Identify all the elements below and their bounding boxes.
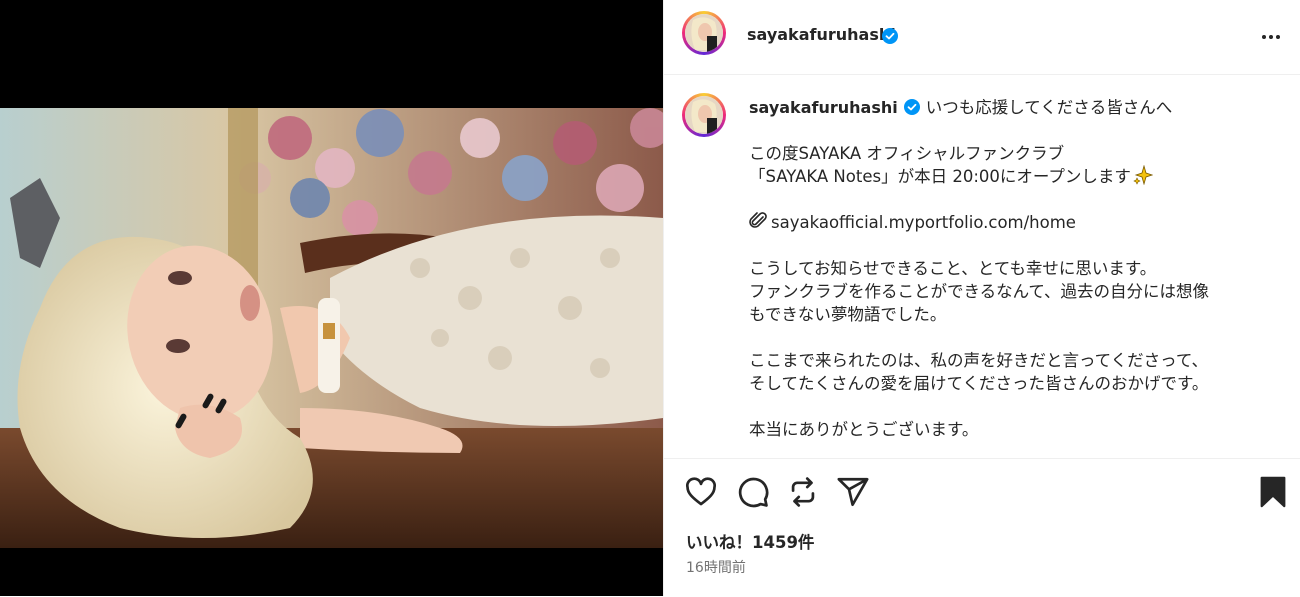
sparkle-icon — [1133, 165, 1153, 185]
verified-badge-icon — [882, 28, 898, 44]
verified-badge-icon — [903, 99, 920, 115]
caption-line: ファンクラブを作ることができるなんて、過去の自分には想像 — [749, 282, 1210, 301]
caption-line: こうしてお知らせできること、とても幸せに思います。 — [749, 259, 1157, 278]
caption-avatar[interactable] — [682, 93, 726, 137]
caption-link[interactable]: sayakaofficial.myportfolio.com/home — [771, 213, 1076, 232]
caption-username[interactable]: sayakafuruhashi — [749, 98, 898, 117]
header-username[interactable]: sayakafuruhashi — [747, 25, 896, 44]
paperclip-icon — [749, 212, 767, 228]
caption-line: ここまで来られたのは、私の声を好きだと言ってくださって、 — [749, 351, 1209, 370]
post-media[interactable] — [0, 0, 663, 596]
avatar[interactable] — [682, 11, 726, 55]
repost-icon[interactable] — [786, 475, 820, 509]
caption-line: そしてたくさんの愛を届けてくださった皆さんのおかげです。 — [749, 374, 1209, 393]
send-icon[interactable] — [836, 475, 870, 509]
caption-line: この度SAYAKA オフィシャルファンクラブ — [749, 144, 1065, 163]
caption-text: sayakafuruhashi いつも応援してくださる皆さんへ この度SAYAKA… — [749, 96, 1269, 441]
caption-line: 本当にありがとうございます。 — [749, 420, 979, 439]
bookmark-icon[interactable] — [1256, 475, 1290, 509]
post-header: sayakafuruhashi — [664, 0, 1300, 75]
caption-line: もできない夢物語でした。 — [749, 305, 947, 324]
post-photo[interactable] — [0, 108, 663, 548]
caption-section: sayakafuruhashi いつも応援してくださる皆さんへ この度SAYAKA… — [664, 75, 1300, 457]
post-timestamp[interactable]: 16時間前 — [686, 557, 746, 577]
caption-line: いつも応援してくださる皆さんへ — [925, 98, 1173, 117]
heart-icon[interactable] — [684, 475, 718, 509]
likes-count[interactable]: いいね！1459件 — [686, 529, 814, 553]
caption-line: 「SAYAKA Notes」が本日 20:00にオープンします — [749, 167, 1131, 186]
action-bar: いいね！1459件 16時間前 — [664, 458, 1300, 597]
more-options-icon[interactable] — [1259, 25, 1283, 49]
post-panel: sayakafuruhashi sayakafuruhashi いつも応援してく… — [663, 0, 1300, 596]
comment-icon[interactable] — [736, 475, 770, 509]
